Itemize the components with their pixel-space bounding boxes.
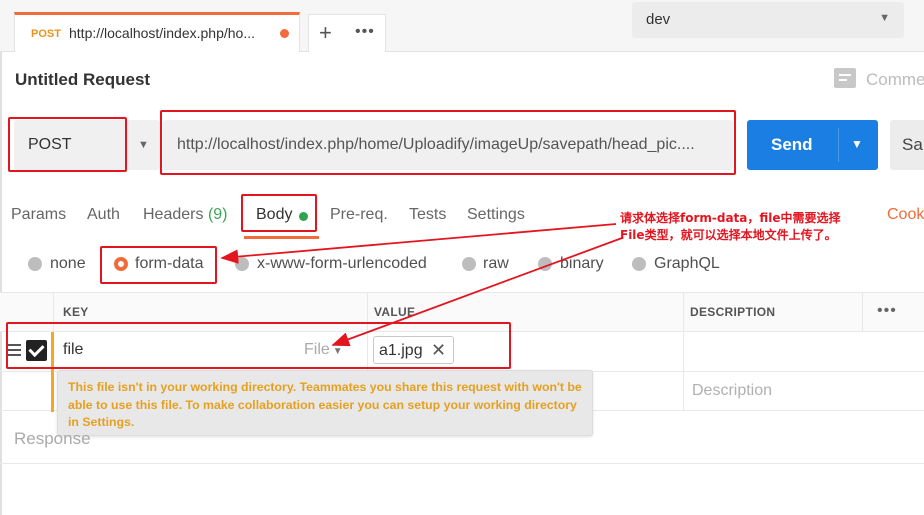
arrow-to-file-type	[331, 237, 623, 347]
annotation-arrows	[220, 223, 623, 347]
arrow-to-form-data	[220, 223, 617, 264]
annotation-line-2: File类型，就可以选择本地文件上传了。	[620, 228, 837, 242]
annotation-line-1: 请求体选择form-data，file中需要选择	[620, 211, 841, 225]
annotation-note: 请求体选择form-data，file中需要选择 File类型，就可以选择本地文…	[620, 210, 890, 244]
